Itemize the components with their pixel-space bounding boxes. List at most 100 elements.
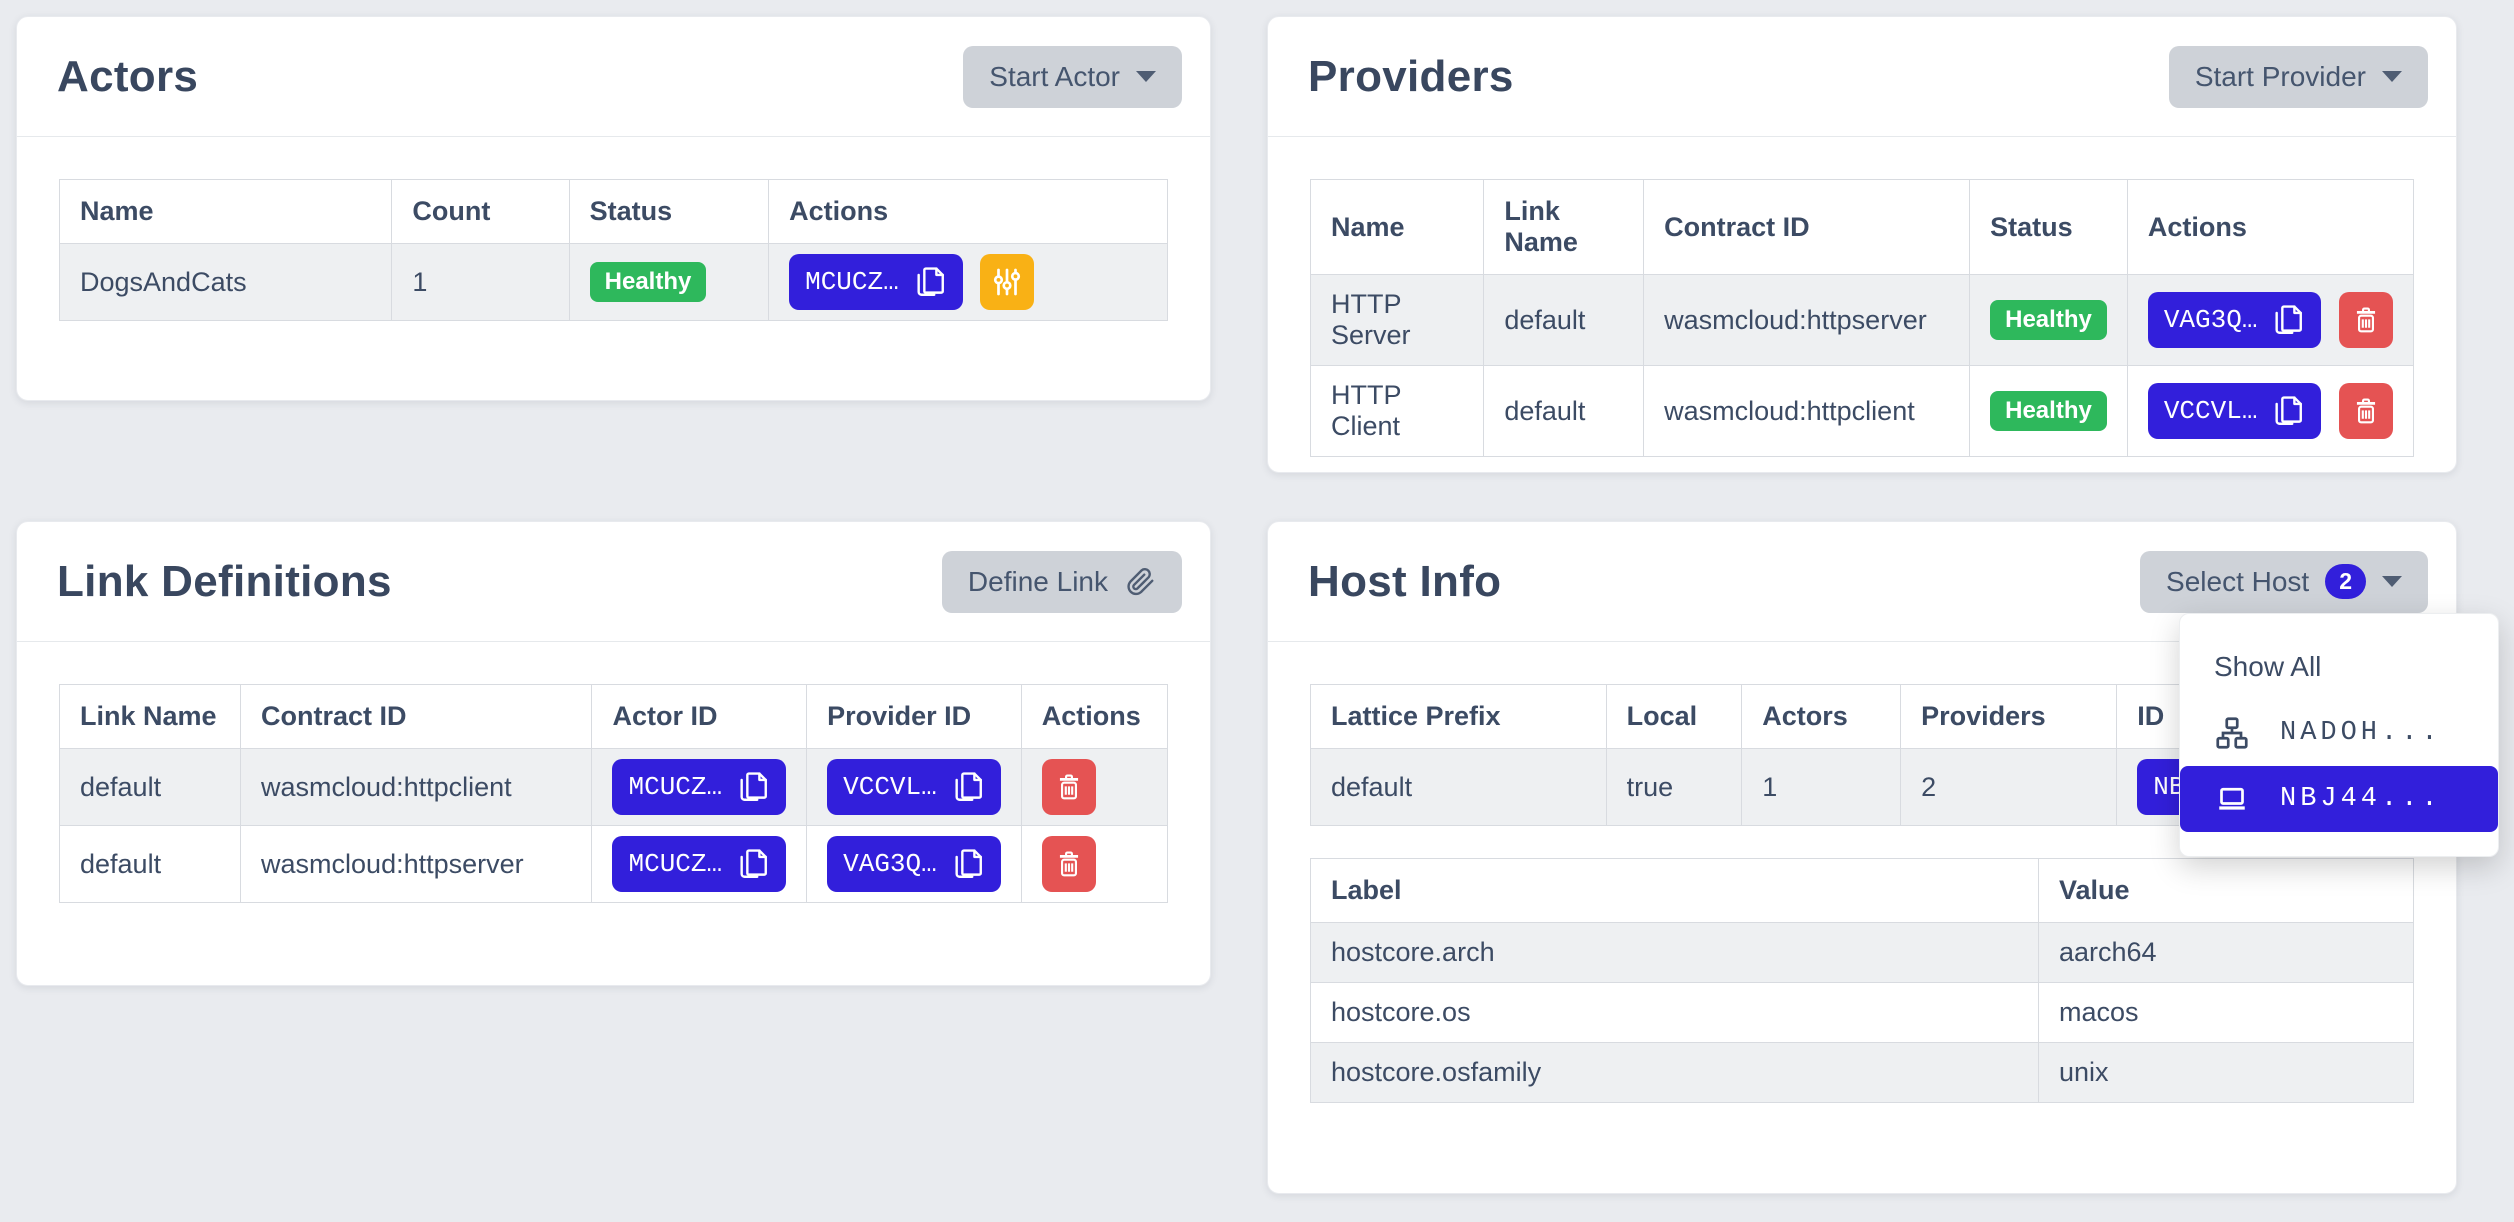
actors-card: Actors Start Actor Name Count Status Act… bbox=[16, 16, 1211, 401]
table-row: DogsAndCats 1 Healthy MCUCZ… bbox=[60, 244, 1168, 321]
provider-id-copy-button[interactable]: VAG3Q… bbox=[827, 836, 1001, 892]
sliders-icon bbox=[990, 265, 1024, 299]
laptop-icon bbox=[2214, 781, 2250, 817]
caret-down-icon bbox=[2382, 71, 2402, 82]
column-header: Actor ID bbox=[592, 685, 807, 749]
actor-name-cell: DogsAndCats bbox=[60, 244, 392, 321]
copy-icon bbox=[736, 847, 770, 881]
select-host-dropdown: Show All NADOH... NBJ44... bbox=[2179, 613, 2499, 857]
provider-id-label: VCCVL… bbox=[2164, 396, 2258, 426]
copy-icon bbox=[736, 770, 770, 804]
provider-id-copy-button[interactable]: VCCVL… bbox=[827, 759, 1001, 815]
select-host-button-label: Select Host bbox=[2166, 566, 2309, 598]
contract-id-cell: wasmcloud:httpserver bbox=[241, 826, 592, 903]
actor-id-label: MCUCZ… bbox=[628, 772, 722, 802]
link-name-cell: default bbox=[60, 749, 241, 826]
providers-card-header: Providers Start Provider bbox=[1268, 17, 2456, 137]
start-actor-button-label: Start Actor bbox=[989, 61, 1120, 93]
column-header: Link Name bbox=[60, 685, 241, 749]
dropdown-item-label: NADOH... bbox=[2280, 718, 2442, 748]
column-header: Actions bbox=[1021, 685, 1167, 749]
column-header: Name bbox=[1311, 180, 1484, 275]
column-header: Label bbox=[1311, 859, 2039, 923]
column-header: Contract ID bbox=[1644, 180, 1970, 275]
delete-provider-button[interactable] bbox=[2339, 292, 2393, 348]
copy-icon bbox=[951, 847, 985, 881]
delete-link-button[interactable] bbox=[1042, 836, 1096, 892]
provider-contract-cell: wasmcloud:httpserver bbox=[1644, 275, 1970, 366]
start-provider-button[interactable]: Start Provider bbox=[2169, 46, 2428, 108]
actor-id-copy-button[interactable]: MCUCZ… bbox=[612, 759, 786, 815]
copy-icon bbox=[913, 265, 947, 299]
status-badge: Healthy bbox=[590, 262, 707, 302]
value-cell: aarch64 bbox=[2038, 923, 2413, 983]
actors-card-header: Actors Start Actor bbox=[17, 17, 1210, 137]
column-header: Actors bbox=[1742, 685, 1901, 749]
column-header: Actions bbox=[2127, 180, 2413, 275]
actor-id-label: MCUCZ… bbox=[628, 849, 722, 879]
column-header: Providers bbox=[1901, 685, 2117, 749]
value-cell: macos bbox=[2038, 983, 2413, 1043]
provider-name-cell: HTTP Client bbox=[1311, 366, 1484, 457]
link-name-cell: default bbox=[60, 826, 241, 903]
actor-id-label: MCUCZ… bbox=[805, 267, 899, 297]
trash-icon bbox=[1053, 771, 1085, 803]
table-row: hostcore.os macos bbox=[1311, 983, 2414, 1043]
provider-name-cell: HTTP Server bbox=[1311, 275, 1484, 366]
select-host-button[interactable]: Select Host 2 bbox=[2140, 551, 2428, 613]
start-actor-button[interactable]: Start Actor bbox=[963, 46, 1182, 108]
trash-icon bbox=[2350, 304, 2382, 336]
table-row: hostcore.osfamily unix bbox=[1311, 1043, 2414, 1103]
host-labels-table: Label Value hostcore.arch aarch64 hostco… bbox=[1310, 858, 2414, 1103]
provider-linkname-cell: default bbox=[1484, 275, 1644, 366]
column-header: Value bbox=[2038, 859, 2413, 923]
provider-id-label: VAG3Q… bbox=[843, 849, 937, 879]
dropdown-item-host-nbj44[interactable]: NBJ44... bbox=[2180, 766, 2498, 832]
column-header: Lattice Prefix bbox=[1311, 685, 1607, 749]
page-title: Host Info bbox=[1308, 557, 1501, 607]
local-cell: true bbox=[1606, 749, 1742, 826]
table-row: default wasmcloud:httpclient MCUCZ… bbox=[60, 749, 1168, 826]
actor-id-copy-button[interactable]: MCUCZ… bbox=[612, 836, 786, 892]
provider-id-copy-button[interactable]: VCCVL… bbox=[2148, 383, 2322, 439]
dropdown-item-show-all[interactable]: Show All bbox=[2180, 634, 2498, 700]
page-title: Providers bbox=[1308, 52, 1514, 102]
page-title: Link Definitions bbox=[57, 557, 392, 607]
host-info-card: Host Info Select Host 2 Show All NADOH..… bbox=[1267, 521, 2457, 1194]
actor-id-copy-button[interactable]: MCUCZ… bbox=[789, 254, 963, 310]
actor-count-cell: 1 bbox=[392, 244, 569, 321]
actor-scale-button[interactable] bbox=[980, 254, 1034, 310]
providers-count-cell: 2 bbox=[1901, 749, 2117, 826]
link-definitions-table: Link Name Contract ID Actor ID Provider … bbox=[59, 684, 1168, 903]
define-link-button-label: Define Link bbox=[968, 566, 1108, 598]
table-row: HTTP Client default wasmcloud:httpclient… bbox=[1311, 366, 2414, 457]
label-cell: hostcore.osfamily bbox=[1311, 1043, 2039, 1103]
delete-link-button[interactable] bbox=[1042, 759, 1096, 815]
dropdown-item-host-nadoh[interactable]: NADOH... bbox=[2180, 700, 2498, 766]
status-badge: Healthy bbox=[1990, 300, 2107, 340]
provider-id-label: VAG3Q… bbox=[2164, 305, 2258, 335]
copy-icon bbox=[2271, 303, 2305, 337]
column-header: Actions bbox=[769, 180, 1168, 244]
host-count-badge: 2 bbox=[2325, 564, 2366, 599]
contract-id-cell: wasmcloud:httpclient bbox=[241, 749, 592, 826]
provider-linkname-cell: default bbox=[1484, 366, 1644, 457]
page-title: Actors bbox=[57, 52, 198, 102]
provider-id-copy-button[interactable]: VAG3Q… bbox=[2148, 292, 2322, 348]
trash-icon bbox=[1053, 848, 1085, 880]
linkdefs-card-header: Link Definitions Define Link bbox=[17, 522, 1210, 642]
link-definitions-card: Link Definitions Define Link Link Name C… bbox=[16, 521, 1211, 986]
label-cell: hostcore.os bbox=[1311, 983, 2039, 1043]
paperclip-icon bbox=[1124, 566, 1156, 598]
delete-provider-button[interactable] bbox=[2339, 383, 2393, 439]
define-link-button[interactable]: Define Link bbox=[942, 551, 1182, 613]
provider-contract-cell: wasmcloud:httpclient bbox=[1644, 366, 1970, 457]
caret-down-icon bbox=[2382, 576, 2402, 587]
table-row: hostcore.arch aarch64 bbox=[1311, 923, 2414, 983]
column-header: Link Name bbox=[1484, 180, 1644, 275]
value-cell: unix bbox=[2038, 1043, 2413, 1103]
actors-count-cell: 1 bbox=[1742, 749, 1901, 826]
caret-down-icon bbox=[1136, 71, 1156, 82]
actors-table: Name Count Status Actions DogsAndCats 1 … bbox=[59, 179, 1168, 321]
column-header: Status bbox=[569, 180, 768, 244]
